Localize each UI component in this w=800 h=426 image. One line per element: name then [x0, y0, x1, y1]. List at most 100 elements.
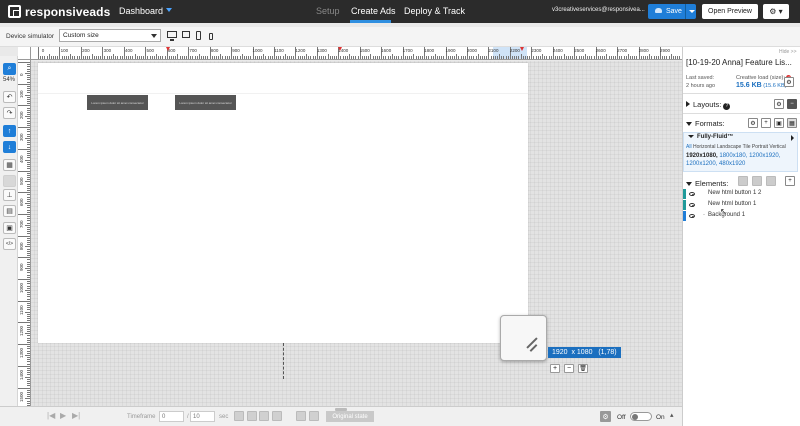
ruler-minor-tick	[366, 56, 368, 59]
settings-menu-button[interactable]: ⚙ ▾	[763, 4, 789, 19]
code-button[interactable]: </>	[3, 238, 16, 250]
undo-button[interactable]: ↶	[3, 91, 16, 103]
open-preview-button[interactable]: Open Preview	[702, 4, 758, 19]
save-dropdown-caret-icon[interactable]	[689, 10, 695, 13]
element-tree-dash: -	[703, 212, 705, 218]
keyframe-copy-icon[interactable]	[247, 411, 257, 421]
collapse-timeline-icon[interactable]: ▴	[670, 411, 674, 419]
add-element-button[interactable]: +	[785, 176, 795, 186]
total-time-input[interactable]: 10	[190, 411, 215, 422]
trash-keyframe-icon[interactable]	[309, 411, 319, 421]
element-row[interactable]: New html button 1	[683, 200, 798, 210]
hierarchy-button[interactable]: ⊥	[3, 189, 16, 201]
formats-section-header[interactable]: Formats:	[686, 119, 725, 128]
artboard-resize-handle[interactable]	[500, 315, 547, 361]
add-size-button[interactable]: +	[550, 364, 560, 373]
nav-dashboard[interactable]: Dashboard	[119, 6, 163, 16]
element-row[interactable]: - Background 1	[683, 211, 798, 221]
ruler-minor-tick	[27, 270, 30, 272]
save-format-button[interactable]: ▣	[774, 118, 784, 128]
nav-deploy-track[interactable]: Deploy & Track	[404, 6, 465, 16]
formats-settings-button[interactable]: ⚙	[748, 118, 758, 128]
tablet-device-icon[interactable]	[196, 31, 201, 40]
ruler-minor-tick	[72, 56, 74, 59]
zoom-tool-button[interactable]: ⌕	[3, 63, 16, 75]
layouts-section-header[interactable]: Layouts:?	[686, 100, 731, 110]
phone-device-icon[interactable]	[209, 33, 213, 40]
hide-panel-link[interactable]: Hide >>	[779, 49, 797, 55]
add-format-button[interactable]: +	[761, 118, 771, 128]
nav-setup[interactable]: Setup	[316, 6, 340, 16]
ruler-minor-tick	[27, 216, 30, 218]
layouts-collapse-button[interactable]: −	[787, 99, 797, 109]
ruler-minor-tick	[91, 54, 93, 59]
move-down-button[interactable]: ↓	[3, 141, 16, 153]
timeline-settings-button[interactable]: ⚙	[600, 411, 611, 422]
dashboard-caret-down-icon[interactable]	[166, 8, 172, 12]
grid-button[interactable]: ▤	[3, 205, 16, 217]
ad-artboard[interactable]: Lorem ipsum dolor sit amet consectetur L…	[38, 63, 528, 343]
ruler-minor-tick	[370, 54, 372, 59]
film-button[interactable]: ▣	[3, 222, 16, 234]
eye-icon[interactable]	[689, 192, 695, 196]
keyframe-icon[interactable]	[234, 411, 244, 421]
eye-icon[interactable]	[689, 203, 695, 207]
responsiveads-logo[interactable]: responsiveads	[8, 4, 110, 19]
original-state-button[interactable]: Original state	[326, 411, 374, 422]
ruler-minor-tick	[87, 56, 89, 59]
move-up-button[interactable]: ↑	[3, 125, 16, 137]
panel-divider	[683, 113, 800, 114]
current-time-input[interactable]: 0	[159, 411, 184, 422]
horizontal-ruler[interactable]: 0 100 200 300 400 500 600 700 800 900 1000 1100 1200…	[31, 47, 682, 60]
ruler-minor-tick	[181, 56, 183, 59]
animation-toggle[interactable]	[630, 412, 652, 421]
keyframe-paste-icon[interactable]	[259, 411, 269, 421]
account-email[interactable]: v3creativeservices@responsivea...	[552, 7, 645, 13]
format-grid-button[interactable]: ▦	[787, 118, 797, 128]
ruler-minor-tick	[27, 109, 30, 111]
redo-button[interactable]: ↷	[3, 107, 16, 119]
element-group-button[interactable]	[738, 176, 748, 186]
format-tab-others[interactable]: Horizontal Landscape Tile Portrait Verti…	[693, 144, 786, 150]
ruler-minor-tick	[27, 79, 30, 81]
element-row[interactable]: New html button 1 2	[683, 189, 798, 199]
desktop-device-icon[interactable]	[167, 31, 177, 41]
vertical-ruler[interactable]: 0 100 200 300 400 500 600 700 800 900 1000 1100 1200…	[18, 60, 31, 406]
delete-size-button[interactable]: 🗑	[578, 364, 588, 373]
keyframe-delete-icon[interactable]	[272, 411, 282, 421]
ruler-minor-tick	[27, 111, 30, 113]
skip-back-icon[interactable]: |◀	[47, 411, 55, 420]
ruler-minor-tick	[512, 56, 514, 59]
film-icon: ▣	[6, 225, 13, 232]
project-settings-button[interactable]: ⚙	[784, 77, 794, 87]
element-delete-button[interactable]	[766, 176, 776, 186]
eye-icon[interactable]	[689, 214, 695, 218]
format-selected-size[interactable]: 1920x1080,	[686, 153, 718, 159]
ruler-minor-tick	[128, 56, 130, 59]
play-icon[interactable]: ▶	[60, 411, 66, 420]
format-tab-all[interactable]: All	[686, 144, 692, 150]
elements-section-header[interactable]: Elements:	[686, 179, 728, 188]
ruler-minor-tick	[27, 272, 30, 274]
ruler-minor-tick	[587, 56, 589, 59]
format-expand-arrow-icon[interactable]	[791, 135, 794, 141]
ruler-number: 2900	[660, 48, 671, 53]
layouts-settings-button[interactable]: ⚙	[774, 99, 784, 109]
ruler-minor-tick	[27, 339, 30, 341]
layers-button[interactable]: ▦	[3, 159, 16, 171]
nav-create-ads[interactable]: Create Ads	[351, 6, 396, 16]
remove-size-button[interactable]: −	[564, 364, 574, 373]
disabled-tool-button[interactable]	[3, 175, 16, 187]
format-sizes-list[interactable]: 1920x1080, 1800x180, 1200x1920, 1200x120…	[686, 153, 794, 168]
html-button-1-2[interactable]: Lorem ipsum dolor sit amet consectetur	[175, 95, 236, 110]
add-keyframe-icon[interactable]	[296, 411, 306, 421]
element-folder-button[interactable]	[752, 176, 762, 186]
ruler-minor-tick	[27, 183, 30, 185]
skip-forward-icon[interactable]: ▶|	[72, 411, 80, 420]
device-simulator-select[interactable]: Custom size	[59, 29, 161, 42]
ruler-minor-tick	[207, 56, 209, 59]
ruler-minor-tick	[153, 56, 155, 59]
laptop-device-icon[interactable]	[182, 31, 190, 38]
html-button-1[interactable]: Lorem ipsum dolor sit amet consectetur	[87, 95, 148, 110]
help-icon[interactable]: ?	[723, 103, 731, 110]
